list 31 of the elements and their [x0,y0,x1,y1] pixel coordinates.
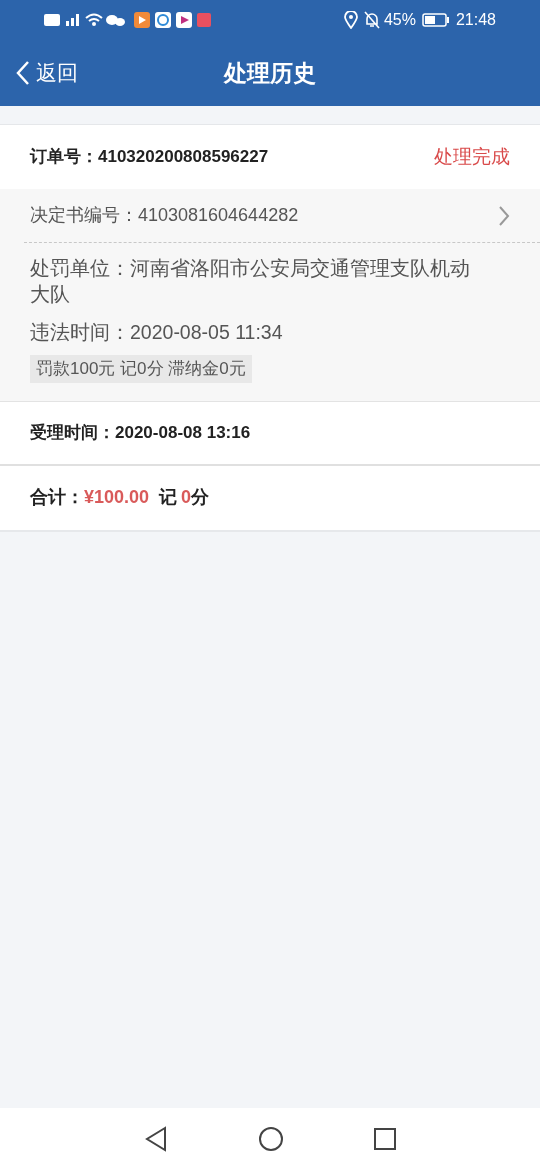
signal-icon [66,14,79,26]
detail-text: 处罚单位：河南省洛阳市公安局交通管理支队机动大队 [29,256,471,307]
play-app-icon [134,12,150,28]
total-amount: ¥100.00 [84,486,150,509]
chat-icon [106,15,125,26]
points-value: 0 [181,486,192,509]
home-icon[interactable] [258,1126,284,1152]
circle-app-icon [155,12,171,28]
clock: 21:48 [455,10,496,30]
decision-row[interactable]: 决定书编号：4103081604644282 [24,189,540,243]
points-suffix: 分 [191,486,210,509]
back-button[interactable]: 返回 [0,57,78,89]
order-number: 订单号：410320200808596227 [30,146,269,169]
points-prefix: 记 [159,486,178,509]
recents-icon[interactable] [374,1128,396,1150]
decision-number: 决定书编号：4103081604644282 [30,204,299,227]
page-title: 处理历史 [224,58,316,88]
chevron-right-icon [498,204,510,227]
back-icon [16,60,30,86]
bell-muted-icon [363,11,380,29]
wifi-icon [85,13,103,26]
battery-percent: 45% [383,10,416,30]
video-app-icon [176,12,192,28]
battery-icon [421,13,450,27]
back-icon[interactable] [144,1126,168,1152]
received-time: 受理时间：2020-08-08 13:16 [30,421,251,444]
order-status: 处理完成 [434,144,510,169]
location-icon [343,11,358,29]
detail-text: 违法时间：2020-08-05 11:34 [29,320,284,345]
total-label: 合计： [30,486,84,509]
penalty-tag: 罚款100元 记0分 滞纳金0元 [30,355,252,383]
